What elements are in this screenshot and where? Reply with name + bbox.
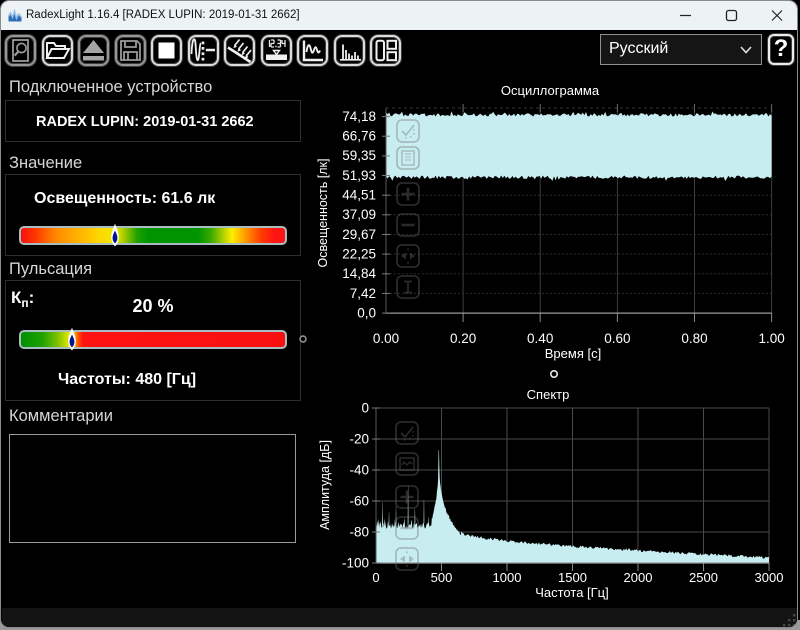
svg-text:-20: -20 — [349, 431, 369, 446]
svg-text:14,84: 14,84 — [342, 266, 376, 281]
svg-text:0.60: 0.60 — [604, 331, 630, 346]
svg-text:-80: -80 — [349, 524, 369, 539]
svg-text:66,76: 66,76 — [342, 129, 376, 144]
svg-text:44,51: 44,51 — [342, 188, 376, 203]
svg-text:Спектр: Спектр — [527, 387, 570, 402]
svg-text:1500: 1500 — [558, 570, 587, 585]
svg-text:0.80: 0.80 — [681, 331, 707, 346]
svg-text:59,35: 59,35 — [342, 148, 376, 163]
svg-text:Осциллограмма: Осциллограмма — [501, 83, 600, 98]
svg-text:0,0: 0,0 — [357, 305, 376, 320]
svg-text:1.00: 1.00 — [758, 331, 784, 346]
svg-text:2000: 2000 — [624, 570, 653, 585]
svg-text:29,67: 29,67 — [342, 227, 376, 242]
svg-text:3000: 3000 — [755, 570, 784, 585]
svg-text:Освещенность [лк]: Освещенность [лк] — [316, 159, 330, 268]
svg-text:-100: -100 — [342, 555, 369, 570]
svg-text:Частота [Гц]: Частота [Гц] — [535, 585, 609, 600]
svg-text:500: 500 — [431, 570, 453, 585]
svg-text:Амплитуда [дБ]: Амплитуда [дБ] — [318, 440, 332, 530]
svg-text:22,25: 22,25 — [342, 246, 376, 261]
svg-text:37,09: 37,09 — [342, 207, 376, 222]
svg-text:Время [с]: Время [с] — [545, 346, 601, 361]
svg-text:0.00: 0.00 — [373, 331, 399, 346]
svg-text:0: 0 — [372, 570, 379, 585]
svg-text:-40: -40 — [349, 462, 369, 477]
svg-text:0: 0 — [361, 400, 369, 415]
svg-text:51,93: 51,93 — [342, 168, 376, 183]
svg-text:-60: -60 — [349, 493, 369, 508]
svg-text:1000: 1000 — [493, 570, 522, 585]
svg-text:7,42: 7,42 — [350, 286, 376, 301]
svg-text:74,18: 74,18 — [342, 109, 376, 124]
svg-text:0.40: 0.40 — [527, 331, 553, 346]
svg-text:0.20: 0.20 — [450, 331, 476, 346]
svg-text:2500: 2500 — [689, 570, 718, 585]
